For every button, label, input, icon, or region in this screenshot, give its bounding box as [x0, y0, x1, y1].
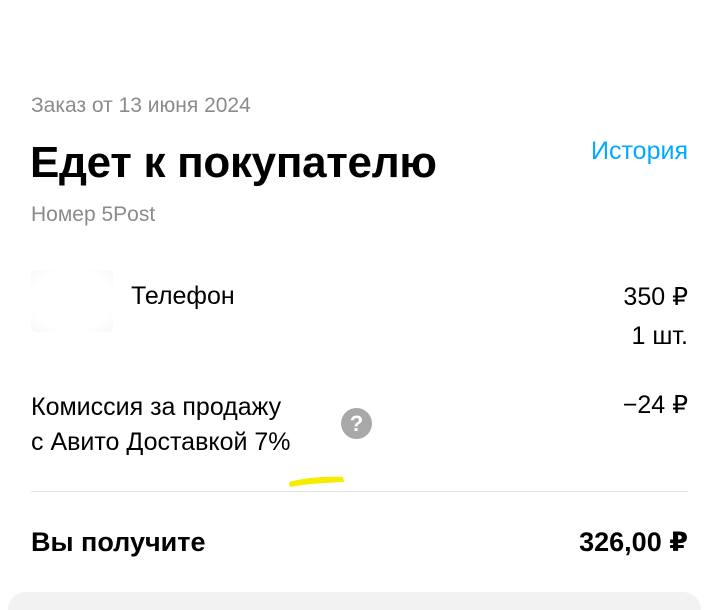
commission-label-line1: Комиссия за продажу: [31, 393, 282, 421]
tracking-number-label: Номер 5Post: [31, 203, 156, 226]
total-amount: 326,00 ₽: [579, 527, 688, 557]
order-date: Заказ от 13 июня 2024: [31, 94, 251, 117]
bottom-panel: [8, 592, 701, 610]
item-thumbnail[interactable]: [31, 270, 113, 332]
order-details-screen: Заказ от 13 июня 2024 Едет к покупателю …: [0, 0, 709, 610]
item-price: 350 ₽: [623, 283, 688, 311]
divider: [31, 491, 688, 492]
item-quantity: 1 шт.: [631, 322, 688, 350]
commission-label: Комиссия за продажу с Авито Доставкой 7%: [31, 390, 291, 460]
item-title[interactable]: Телефон: [131, 282, 235, 311]
history-link[interactable]: История: [591, 137, 688, 166]
total-label: Вы получите: [31, 527, 206, 557]
commission-label-line2: с Авито Доставкой 7%: [31, 428, 291, 456]
yellow-highlight-stroke: [289, 476, 344, 487]
question-circle-icon[interactable]: ?: [341, 408, 372, 439]
order-status-title: Едет к покупателю: [30, 138, 437, 187]
commission-amount: −24 ₽: [622, 391, 688, 419]
